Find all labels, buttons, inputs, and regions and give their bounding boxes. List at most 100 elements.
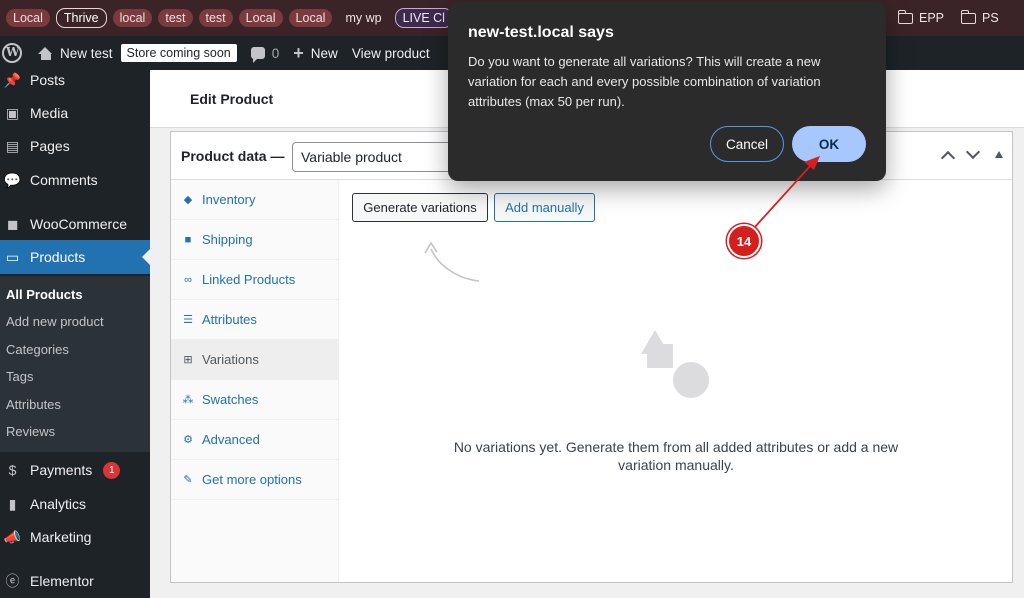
submenu-tags[interactable]: Tags <box>6 369 33 384</box>
media-icon: ▣ <box>5 104 20 121</box>
tab-attributes[interactable]: ☰ Attributes <box>171 300 339 340</box>
site-name: New test <box>60 45 113 61</box>
bookmark-folder-ps[interactable]: PS <box>960 0 999 36</box>
sidebar-item-media[interactable]: ▣ Media <box>0 103 150 123</box>
bookmark[interactable]: Local <box>238 9 283 27</box>
sidebar-item-comments[interactable]: 💬 Comments <box>0 170 150 190</box>
product-data-tabs: ◆ Inventory ■ Shipping ∞ Linked Products… <box>171 180 339 582</box>
sidebar-item-label: Analytics <box>30 496 87 512</box>
bookmark-folder-epp[interactable]: EPP <box>897 0 945 36</box>
tab-label: Attributes <box>202 312 257 327</box>
comments-icon: 💬 <box>3 171 22 188</box>
tab-inventory[interactable]: ◆ Inventory <box>171 180 339 220</box>
store-status-badge[interactable]: Store coming soon <box>120 44 237 62</box>
truck-icon: ■ <box>184 233 192 246</box>
collapse-toggle-icon[interactable] <box>995 151 1003 158</box>
bookmark[interactable]: Thrive <box>55 8 107 28</box>
product-data-panel: Product data — Variable product ◆ Invent… <box>170 131 1013 583</box>
tab-label: Advanced <box>202 432 260 447</box>
bookmark-folder-label: PS <box>982 11 999 25</box>
sidebar-item-woocommerce[interactable]: ◼ WooCommerce <box>0 214 150 234</box>
tab-variations[interactable]: ⊞ Variations <box>171 340 339 380</box>
new-label: New <box>310 45 338 61</box>
sidebar-item-products[interactable]: ▭ Products <box>0 240 150 274</box>
product-type-select[interactable]: Variable product <box>292 142 462 172</box>
tab-advanced[interactable]: ⚙ Advanced <box>171 420 339 460</box>
tab-label: Swatches <box>202 392 259 407</box>
generate-variations-button[interactable]: Generate variations <box>352 193 488 222</box>
bookmark[interactable]: LIVE Cl <box>394 8 453 28</box>
submenu-all-products[interactable]: All Products <box>6 287 83 302</box>
product-data-label: Product data — <box>181 148 285 164</box>
move-up-icon[interactable] <box>940 150 956 166</box>
sidebar-item-posts[interactable]: 📌 Posts <box>0 70 150 90</box>
sidebar-item-label: Posts <box>30 72 66 88</box>
dialog-title: new-test.local says <box>468 24 614 41</box>
bookmark[interactable]: test <box>158 9 193 27</box>
tab-label: Get more options <box>202 472 302 487</box>
site-name-link[interactable]: New test <box>38 46 113 61</box>
elementor-icon: ⓔ <box>5 573 20 589</box>
tab-get-more-options[interactable]: ✎ Get more options <box>171 460 339 500</box>
add-manually-button[interactable]: Add manually <box>494 193 595 222</box>
sidebar-item-label: Payments <box>30 462 93 478</box>
sidebar-item-analytics[interactable]: ▮ Analytics <box>0 494 150 514</box>
folder-icon <box>897 9 913 24</box>
active-indicator <box>142 249 150 265</box>
bookmark[interactable]: my wp <box>338 9 388 27</box>
grid-icon: ⊞ <box>183 354 193 366</box>
comments-link[interactable]: 0 <box>250 45 280 63</box>
tab-label: Inventory <box>202 192 256 207</box>
comment-bubble-icon <box>250 47 265 63</box>
sidebar-item-label: Products <box>30 249 86 265</box>
payments-badge: 1 <box>103 461 121 479</box>
gear-icon: ⚙ <box>183 434 193 446</box>
tab-swatches[interactable]: ⁂ Swatches <box>171 380 339 420</box>
view-product-link[interactable]: View product <box>352 46 430 61</box>
bookmark-folder-label: EPP <box>919 11 945 25</box>
payments-icon: $ <box>8 462 17 478</box>
list-icon: ☰ <box>183 314 193 326</box>
bookmark[interactable]: Local <box>288 9 333 27</box>
bookmark[interactable]: test <box>198 9 233 27</box>
link-icon: ∞ <box>184 273 192 286</box>
tab-shipping[interactable]: ■ Shipping <box>171 220 339 260</box>
move-down-icon[interactable] <box>965 144 981 160</box>
sidebar-item-label: WooCommerce <box>30 216 127 232</box>
tag-icon: ◆ <box>183 194 193 206</box>
bookmark[interactable]: local <box>112 9 153 27</box>
tab-linked-products[interactable]: ∞ Linked Products <box>171 260 339 300</box>
sidebar-item-payments[interactable]: $ Payments 1 <box>0 460 150 480</box>
variations-placeholder-icon <box>641 330 709 398</box>
bookmark[interactable]: Local <box>6 9 50 27</box>
products-submenu: All Products Add new product Categories … <box>0 276 150 452</box>
tab-label: Shipping <box>202 232 253 247</box>
folder-icon <box>960 9 976 24</box>
pin-icon: 📌 <box>3 71 22 88</box>
sidebar-item-elementor[interactable]: ⓔ Elementor <box>0 571 150 591</box>
home-icon <box>38 46 53 60</box>
sidebar-item-label: Elementor <box>30 573 94 589</box>
step-number-badge: 14 <box>727 224 761 258</box>
sidebar-item-marketing[interactable]: 📣 Marketing <box>0 527 150 547</box>
new-content-link[interactable]: + New <box>293 44 338 62</box>
sidebar-item-label: Comments <box>30 172 98 188</box>
submenu-reviews[interactable]: Reviews <box>6 424 55 439</box>
tab-label: Linked Products <box>202 272 296 287</box>
dialog-message: Do you want to generate all variations? … <box>468 54 821 109</box>
plugin-icon: ✎ <box>183 474 193 486</box>
swatches-icon: ⁂ <box>182 394 194 406</box>
sidebar-item-label: Pages <box>30 138 70 154</box>
admin-sidebar: 📌 Posts ▣ Media ▤ Pages 💬 Comments ◼ Woo… <box>0 70 150 598</box>
analytics-icon: ▮ <box>8 495 17 512</box>
sidebar-item-pages[interactable]: ▤ Pages <box>0 136 150 156</box>
submenu-categories[interactable]: Categories <box>6 342 69 357</box>
submenu-attributes[interactable]: Attributes <box>6 397 61 412</box>
comment-count: 0 <box>271 45 280 61</box>
megaphone-icon: 📣 <box>3 528 22 545</box>
submenu-add-new-product[interactable]: Add new product <box>6 314 104 329</box>
tab-label: Variations <box>202 352 259 367</box>
woo-icon: ◼ <box>6 215 19 232</box>
sidebar-item-label: Media <box>30 105 69 121</box>
wordpress-logo-icon[interactable] <box>2 43 22 63</box>
